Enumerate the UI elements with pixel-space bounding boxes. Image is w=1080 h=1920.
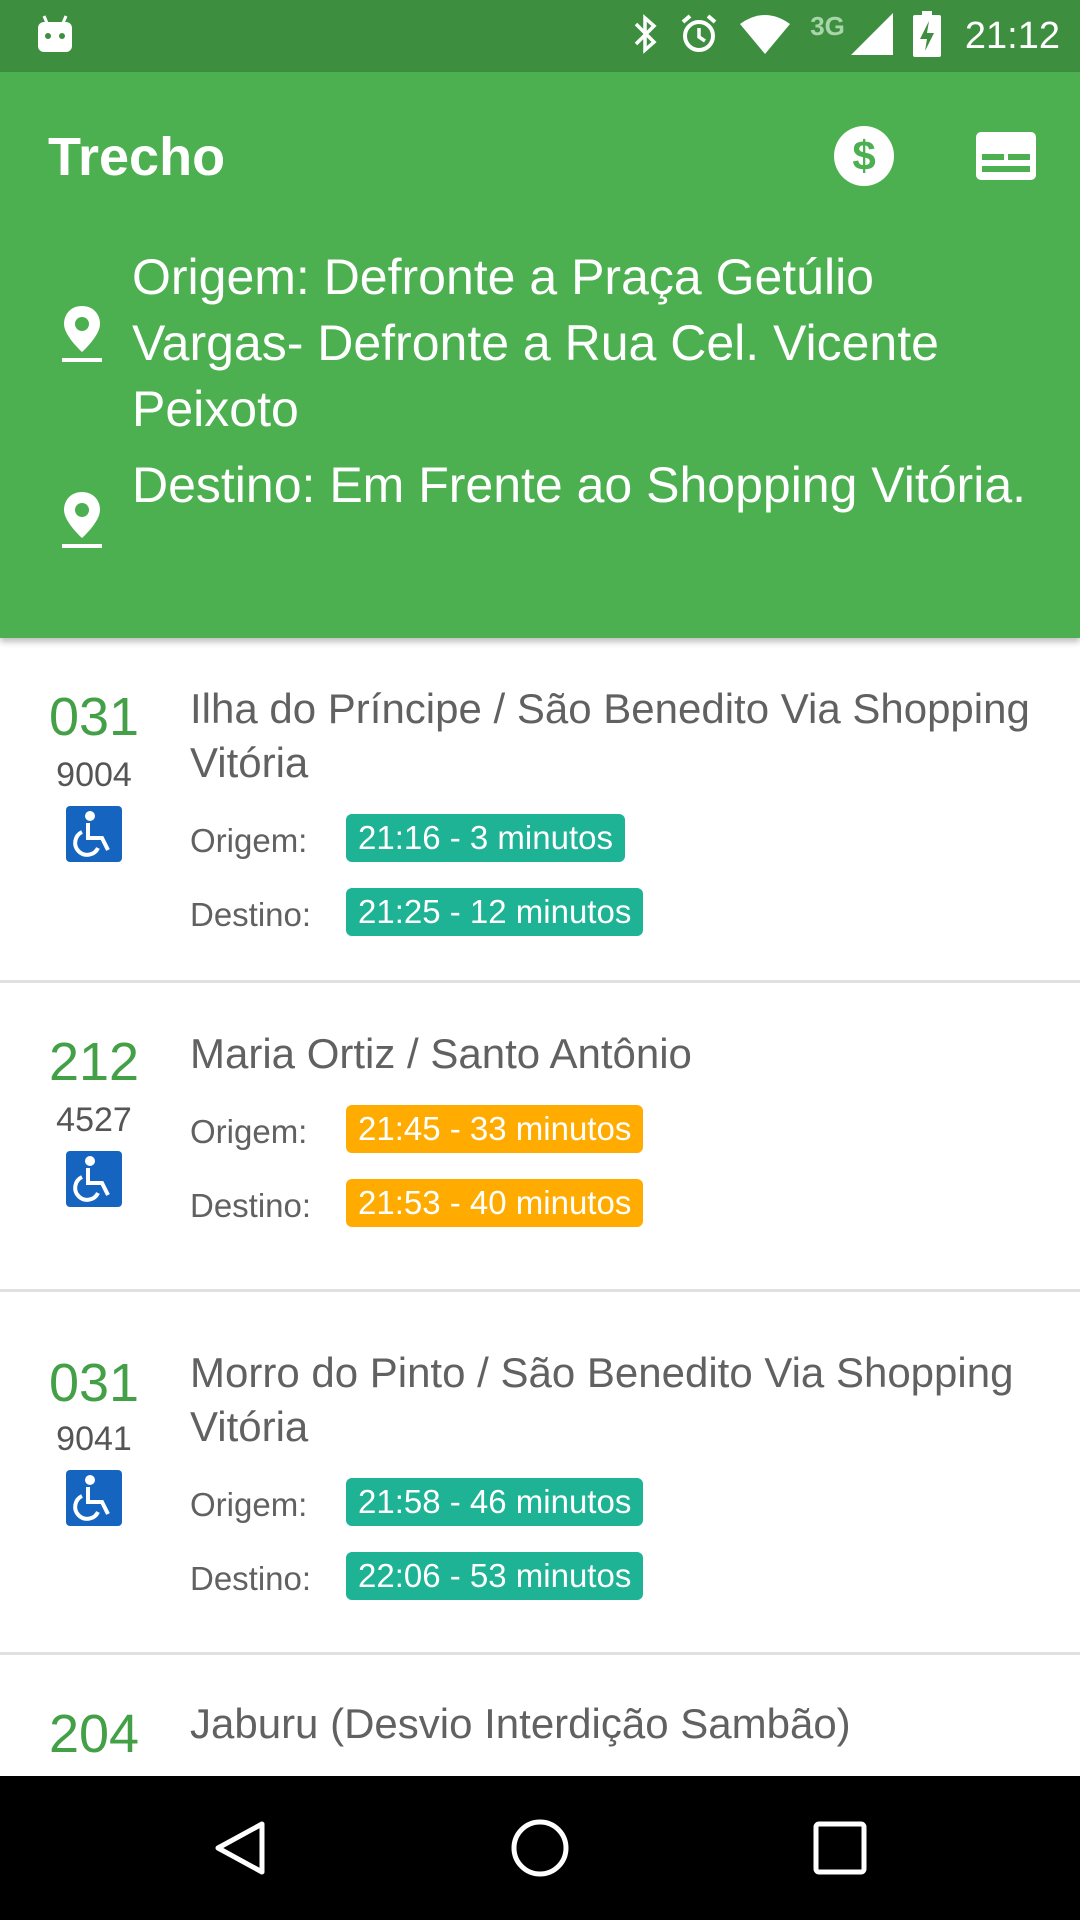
dollar-circle-icon: $ [832, 126, 896, 192]
route-header: Trecho $ Origem: Defronte a Praça Getúli… [0, 72, 1080, 638]
origin-time-badge: 21:45 - 33 minutos [346, 1105, 644, 1153]
route-number: 212 [48, 1032, 140, 1092]
wheelchair-icon [66, 1151, 122, 1207]
clock: 21:12 [964, 14, 1060, 57]
svg-text:$: $ [852, 132, 875, 179]
trip-item[interactable]: 204 Jaburu (Desvio Interdição Sambão) [0, 1655, 1080, 1776]
destination-label: Destino: Em Frente ao Shopping Vitória. [132, 457, 1027, 513]
wheelchair-icon [66, 806, 122, 862]
origin-time-badge: 21:58 - 46 minutos [346, 1478, 644, 1526]
origin-label: Origem: Defronte a Praça Getúlio Vargas-… [132, 249, 939, 437]
page-title: Trecho [48, 127, 226, 187]
card-button[interactable] [974, 124, 1038, 188]
destination-time-label: Destino: [190, 1560, 312, 1597]
battery-charging-icon [912, 10, 941, 62]
card-icon [974, 132, 1038, 192]
origin-time-badge: 21:16 - 3 minutos [346, 814, 625, 862]
route-name: Ilha do Príncipe / São Benedito Via Shop… [190, 685, 1030, 786]
place-pin-icon [60, 490, 104, 555]
trip-item[interactable]: 212 4527 Maria Ortiz / Santo Antônio Ori… [0, 983, 1080, 1292]
vehicle-code: 4527 [56, 1101, 132, 1139]
destination-time-label: Destino: [190, 896, 312, 933]
route-name: Maria Ortiz / Santo Antônio [190, 1030, 692, 1077]
route-number: 031 [48, 1353, 140, 1413]
network-type: 3G [810, 10, 845, 41]
route-name: Jaburu (Desvio Interdição Sambão) [190, 1700, 851, 1747]
trip-list[interactable]: 031 9004 Ilha do Príncipe / São Benedito… [0, 638, 1080, 1776]
status-bar: 3G 21:12 [0, 0, 1080, 72]
destination-time-badge: 22:06 - 53 minutos [346, 1552, 644, 1600]
navigation-bar [0, 1776, 1080, 1920]
recents-icon[interactable] [810, 1818, 870, 1878]
route-name: Morro do Pinto / São Benedito Via Shoppi… [190, 1349, 1014, 1450]
vehicle-code: 9041 [56, 1420, 132, 1458]
wifi-icon [738, 14, 792, 59]
destination-time-badge: 21:53 - 40 minutos [346, 1179, 644, 1227]
wheelchair-icon [66, 1470, 122, 1526]
vehicle-code: 9004 [56, 756, 132, 794]
android-icon [36, 14, 74, 59]
route-number: 204 [48, 1704, 140, 1764]
home-icon[interactable] [510, 1818, 570, 1878]
origin-time-label: Origem: [190, 1486, 308, 1523]
signal-icon [849, 11, 895, 62]
destination-time-badge: 21:25 - 12 minutos [346, 888, 644, 936]
bluetooth-icon [632, 13, 660, 59]
place-pin-icon [60, 304, 104, 369]
origin-time-label: Origem: [190, 822, 308, 859]
fare-button[interactable]: $ [832, 124, 896, 188]
trip-item[interactable]: 031 9041 Morro do Pinto / São Benedito V… [0, 1292, 1080, 1655]
alarm-icon [678, 13, 720, 60]
trip-item[interactable]: 031 9004 Ilha do Príncipe / São Benedito… [0, 638, 1080, 983]
route-number: 031 [48, 687, 140, 747]
destination-time-label: Destino: [190, 1187, 312, 1224]
origin-time-label: Origem: [190, 1113, 308, 1150]
back-icon[interactable] [210, 1818, 270, 1878]
